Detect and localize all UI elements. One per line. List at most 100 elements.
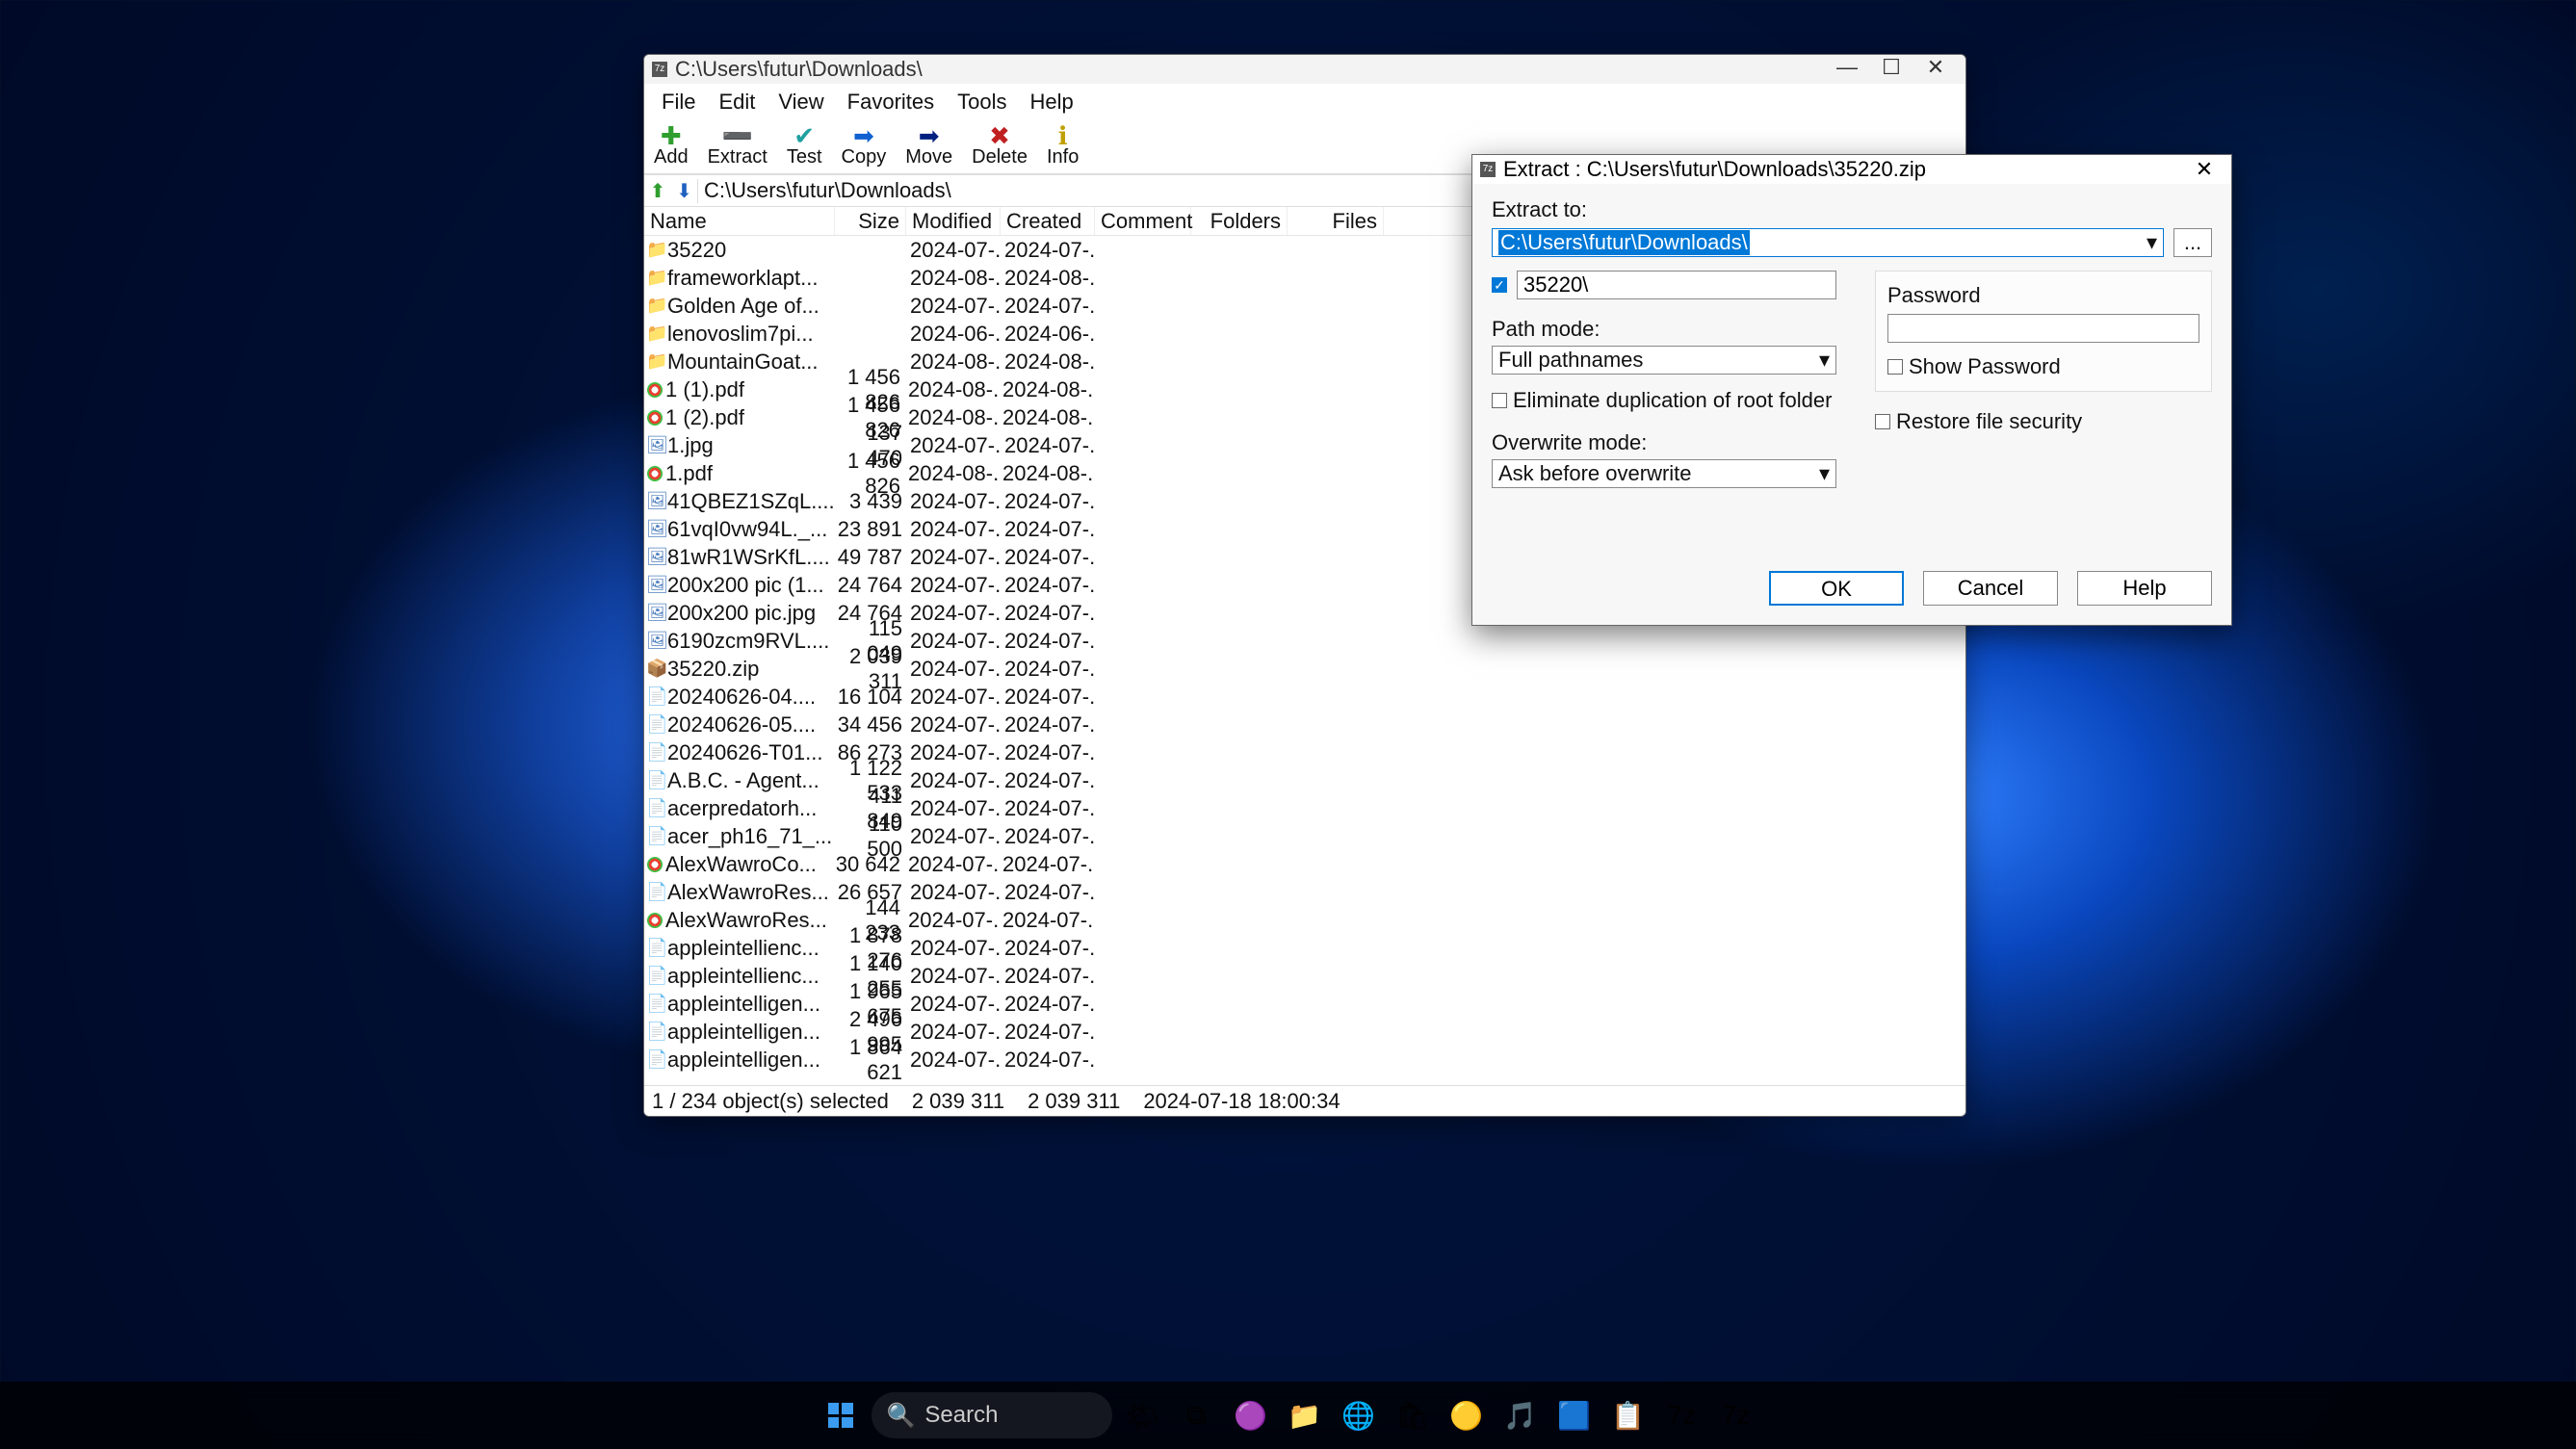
toolbar-extract-button[interactable]: ➖Extract	[698, 120, 777, 173]
menu-edit[interactable]: Edit	[707, 86, 767, 118]
maximize-button[interactable]: ☐	[1869, 55, 1913, 84]
file-created: 2024-07-...	[1001, 489, 1095, 514]
dialog-close-button[interactable]: ✕	[2185, 157, 2224, 182]
file-row[interactable]: 📄20240626-05....34 4562024-07-...2024-07…	[644, 711, 1965, 738]
menu-view[interactable]: View	[767, 86, 835, 118]
password-label: Password	[1887, 283, 2199, 308]
file-name: 20240626-05....	[667, 712, 835, 737]
file-created: 2024-07-...	[1001, 992, 1095, 1017]
file-name: 6190zcm9RVL....	[667, 629, 835, 654]
col-size[interactable]: Size	[835, 207, 906, 235]
file-size: 1 864 621	[835, 1035, 906, 1085]
menu-tools[interactable]: Tools	[946, 86, 1018, 118]
img-icon: 🖼	[646, 435, 667, 455]
taskbar-taskview[interactable]: ⧉	[1174, 1392, 1220, 1438]
checkbox-icon	[1492, 393, 1507, 408]
col-folders[interactable]: Folders	[1191, 207, 1288, 235]
taskbar-search[interactable]: 🔍 Search	[872, 1392, 1112, 1438]
eliminate-checkbox[interactable]: Eliminate duplication of root folder	[1492, 388, 1836, 413]
menu-favorites[interactable]: Favorites	[836, 86, 946, 118]
col-files[interactable]: Files	[1288, 207, 1384, 235]
file-size: 49 787	[835, 545, 906, 570]
menu-help[interactable]: Help	[1019, 86, 1085, 118]
file-name: acerpredatorh...	[667, 796, 835, 821]
close-button[interactable]: ✕	[1913, 55, 1958, 84]
col-name[interactable]: Name	[644, 207, 835, 235]
file-name: 1.pdf	[665, 461, 833, 486]
taskbar-store[interactable]: 🛍	[1390, 1392, 1436, 1438]
col-created[interactable]: Created	[1001, 207, 1095, 235]
file-modified: 2024-07-...	[906, 712, 1001, 737]
move-icon: ➡	[919, 125, 940, 146]
taskbar-app-1[interactable]: 🎵	[1497, 1392, 1544, 1438]
overwrite-combo[interactable]: Ask before overwrite ▾	[1492, 459, 1836, 488]
password-input[interactable]	[1887, 314, 2199, 343]
subfolder-input[interactable]	[1517, 271, 1836, 299]
file-created: 2024-07-...	[1001, 1048, 1095, 1073]
dialog-icon: 7z	[1480, 162, 1496, 177]
file-created: 2024-07-...	[1001, 880, 1095, 905]
subfolder-checkbox[interactable]: ✓	[1492, 277, 1507, 293]
help-button[interactable]: Help	[2077, 571, 2212, 606]
file-row[interactable]: AlexWawroCo...30 6422024-07-...2024-07-.…	[644, 850, 1965, 878]
menu-file[interactable]: File	[650, 86, 707, 118]
file-created: 2024-08-...	[999, 405, 1093, 430]
file-modified: 2024-07-...	[906, 936, 1001, 961]
toolbar-info-button[interactable]: ℹInfo	[1037, 120, 1088, 173]
extract-to-label: Extract to:	[1492, 197, 2212, 222]
file-modified: 2024-07-...	[906, 964, 1001, 989]
taskbar-discord[interactable]: 🟦	[1551, 1392, 1598, 1438]
taskbar: 🔍 Search 🌤 ⧉ 🟣 📁 🌐 🛍 🟡 🎵 🟦 📋 7z 7z	[0, 1382, 2576, 1449]
chevron-down-icon: ▾	[1819, 348, 1830, 373]
extract-to-combo[interactable]: C:\Users\futur\Downloads\ ▾	[1492, 228, 2164, 257]
folder-icon: 📁	[646, 296, 667, 316]
toolbar-copy-button[interactable]: ➡Copy	[832, 120, 897, 173]
file-modified: 2024-08-...	[906, 349, 1001, 375]
history-button[interactable]: ⬇	[671, 179, 698, 203]
file-size: 30 642	[833, 852, 904, 877]
taskbar-edge[interactable]: 🌐	[1336, 1392, 1382, 1438]
file-created: 2024-07-...	[1001, 824, 1095, 849]
taskbar-explorer[interactable]: 📁	[1282, 1392, 1328, 1438]
file-created: 2024-07-...	[1001, 294, 1095, 319]
start-button[interactable]	[818, 1392, 864, 1438]
toolbar-move-button[interactable]: ➡Move	[896, 120, 962, 173]
minimize-button[interactable]: —	[1825, 55, 1869, 84]
taskbar-copilot[interactable]: 🟣	[1228, 1392, 1274, 1438]
taskbar-7zip-1[interactable]: 7z	[1659, 1392, 1705, 1438]
show-password-checkbox[interactable]: Show Password	[1887, 354, 2199, 379]
file-row[interactable]: 📄20240626-04....16 1042024-07-...2024-07…	[644, 683, 1965, 711]
path-mode-combo[interactable]: Full pathnames ▾	[1492, 346, 1836, 375]
taskbar-app-2[interactable]: 📋	[1605, 1392, 1652, 1438]
toolbar-add-button[interactable]: ✚Add	[644, 120, 698, 173]
file-modified: 2024-07-...	[906, 1020, 1001, 1045]
chrome-icon	[647, 410, 663, 426]
file-row[interactable]: 📄acer_ph16_71_...110 5002024-07-...2024-…	[644, 822, 1965, 850]
show-password-label: Show Password	[1909, 354, 2061, 379]
file-row[interactable]: 📄appleintelligen...1 864 6212024-07-...2…	[644, 1046, 1965, 1074]
title-bar[interactable]: 7z C:\Users\futur\Downloads\ — ☐ ✕	[644, 55, 1965, 84]
restore-security-checkbox[interactable]: Restore file security	[1875, 409, 2212, 434]
file-created: 2024-07-...	[1001, 685, 1095, 710]
cancel-button[interactable]: Cancel	[1923, 571, 2058, 606]
file-created: 2024-07-...	[999, 852, 1093, 877]
status-size-2: 2 039 311	[1028, 1089, 1120, 1114]
taskbar-7zip-2[interactable]: 7z	[1713, 1392, 1759, 1438]
file-name: acer_ph16_71_...	[667, 824, 835, 849]
col-modified[interactable]: Modified	[906, 207, 1001, 235]
ok-button[interactable]: OK	[1769, 571, 1904, 606]
txt-icon: 📄	[646, 938, 667, 958]
taskbar-chrome[interactable]: 🟡	[1444, 1392, 1490, 1438]
toolbar-delete-button[interactable]: ✖Delete	[962, 120, 1037, 173]
dialog-title-bar[interactable]: 7z Extract : C:\Users\futur\Downloads\35…	[1472, 155, 2231, 184]
toolbar-test-button[interactable]: ✔Test	[777, 120, 832, 173]
up-button[interactable]: ⬆	[644, 179, 671, 203]
browse-button[interactable]: ...	[2173, 228, 2212, 257]
file-modified: 2024-07-...	[906, 238, 1001, 263]
col-comment[interactable]: Comment	[1095, 207, 1191, 235]
taskbar-weather[interactable]: 🌤	[1120, 1392, 1166, 1438]
toolbar-label: Info	[1047, 146, 1079, 168]
file-modified: 2024-07-...	[906, 517, 1001, 542]
file-row[interactable]: 📦35220.zip2 039 3112024-07-...2024-07-..…	[644, 655, 1965, 683]
file-size: 23 891	[835, 517, 906, 542]
